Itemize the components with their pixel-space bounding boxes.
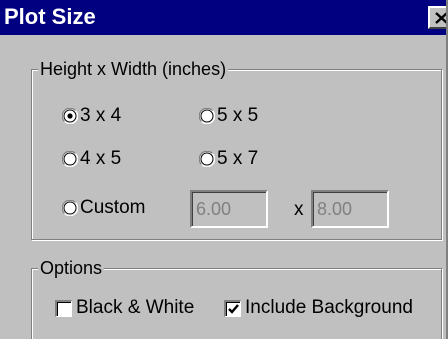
custom-width-input[interactable] xyxy=(315,196,387,222)
options-group-label: Options xyxy=(38,256,105,280)
custom-height-input[interactable] xyxy=(194,196,266,222)
radio-5x7[interactable]: 5 x 7 xyxy=(199,146,258,172)
radio-custom[interactable]: Custom xyxy=(62,195,145,221)
checkbox-checked-icon xyxy=(224,299,241,317)
radio-unselected-icon xyxy=(199,108,215,124)
radio-4x5[interactable]: 4 x 5 xyxy=(62,146,121,172)
radio-5x5[interactable]: 5 x 5 xyxy=(199,103,258,129)
radio-3x4-label: 3 x 4 xyxy=(80,105,122,126)
radio-5x5-label: 5 x 5 xyxy=(217,105,259,126)
radio-selected-icon xyxy=(62,108,78,124)
radio-unselected-icon xyxy=(62,151,78,167)
radio-5x7-label: 5 x 7 xyxy=(217,148,259,169)
black-white-label: Black & White xyxy=(76,297,195,318)
radio-unselected-icon xyxy=(62,200,78,216)
checkmark-icon xyxy=(228,303,239,314)
custom-width-field[interactable] xyxy=(311,190,389,228)
close-button[interactable] xyxy=(428,6,448,29)
black-white-checkbox[interactable]: Black & White xyxy=(55,295,194,321)
checkbox-unchecked-icon xyxy=(55,299,72,317)
radio-custom-label: Custom xyxy=(80,197,146,218)
title-bar[interactable]: Plot Size xyxy=(0,0,448,35)
size-group-label: Height x Width (inches) xyxy=(38,57,229,81)
radio-unselected-icon xyxy=(199,151,215,167)
custom-height-field[interactable] xyxy=(190,190,268,228)
include-background-checkbox[interactable]: Include Background xyxy=(224,295,413,321)
dialog-title: Plot Size xyxy=(4,4,96,29)
plot-size-dialog: Plot Size Height x Width (inches) 3 x 4 … xyxy=(0,0,448,339)
radio-4x5-label: 4 x 5 xyxy=(80,148,122,169)
include-background-label: Include Background xyxy=(245,297,413,318)
custom-size-separator: x xyxy=(294,199,304,220)
radio-3x4[interactable]: 3 x 4 xyxy=(62,103,121,129)
